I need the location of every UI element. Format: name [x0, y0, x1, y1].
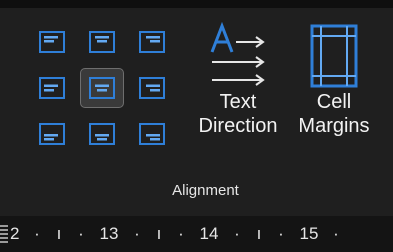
align-bottom-left-icon	[39, 123, 65, 145]
cell-margins-button[interactable]: Cell Margins	[286, 22, 382, 172]
align-top-center-icon	[89, 31, 115, 53]
align-bottom-center-button[interactable]	[80, 114, 124, 154]
align-top-center-button[interactable]	[80, 22, 124, 62]
text-direction-icon	[210, 22, 265, 86]
ruler-label: ·	[34, 224, 40, 243]
cell-margins-label-line2: Margins	[298, 115, 370, 137]
cell-margins-label-line1: Cell	[316, 91, 352, 113]
align-top-left-icon	[39, 31, 65, 53]
group-label-alignment: Alignment	[172, 182, 239, 199]
ruler-label: ı	[56, 224, 62, 243]
ruler-label: ·	[178, 224, 184, 243]
text-direction-label-line1: Text	[219, 91, 257, 113]
ruler-label: 13	[99, 224, 119, 243]
align-top-right-button[interactable]	[130, 22, 174, 62]
align-center-left-icon	[39, 77, 65, 99]
align-bottom-center-icon	[89, 123, 115, 145]
align-center-left-button[interactable]	[30, 68, 74, 108]
ruler-label: ı	[156, 224, 162, 243]
align-center-button[interactable]	[80, 68, 124, 108]
alignment-group: Text Direction Cell Margins Alignment	[18, 8, 393, 210]
horizontal-ruler[interactable]: 2 · ı · 13 · ı · 14 · ı · 15 ·	[0, 216, 393, 252]
ruler-label: ı	[256, 224, 262, 243]
align-center-right-icon	[139, 77, 165, 99]
ruler-label: ·	[134, 224, 140, 243]
ruler-label: ·	[278, 224, 284, 243]
alignment-grid	[30, 22, 174, 154]
ruler-label: ·	[333, 224, 339, 243]
align-bottom-left-button[interactable]	[30, 114, 74, 154]
ruler-indent-marker-icon[interactable]	[0, 225, 8, 243]
ruler-label: ·	[234, 224, 240, 243]
text-direction-button[interactable]: Text Direction	[190, 22, 286, 172]
cell-margins-icon	[310, 24, 358, 88]
ruler-label: 15	[299, 224, 319, 243]
ruler-label: ·	[78, 224, 84, 243]
align-center-right-button[interactable]	[130, 68, 174, 108]
top-strip	[0, 0, 393, 8]
ruler-label: 2	[10, 224, 20, 243]
align-top-right-icon	[139, 31, 165, 53]
ruler-label: 14	[199, 224, 219, 243]
align-bottom-right-button[interactable]	[130, 114, 174, 154]
align-center-icon	[89, 77, 115, 99]
text-direction-label-line2: Direction	[198, 115, 278, 137]
align-bottom-right-icon	[139, 123, 165, 145]
align-top-left-button[interactable]	[30, 22, 74, 62]
